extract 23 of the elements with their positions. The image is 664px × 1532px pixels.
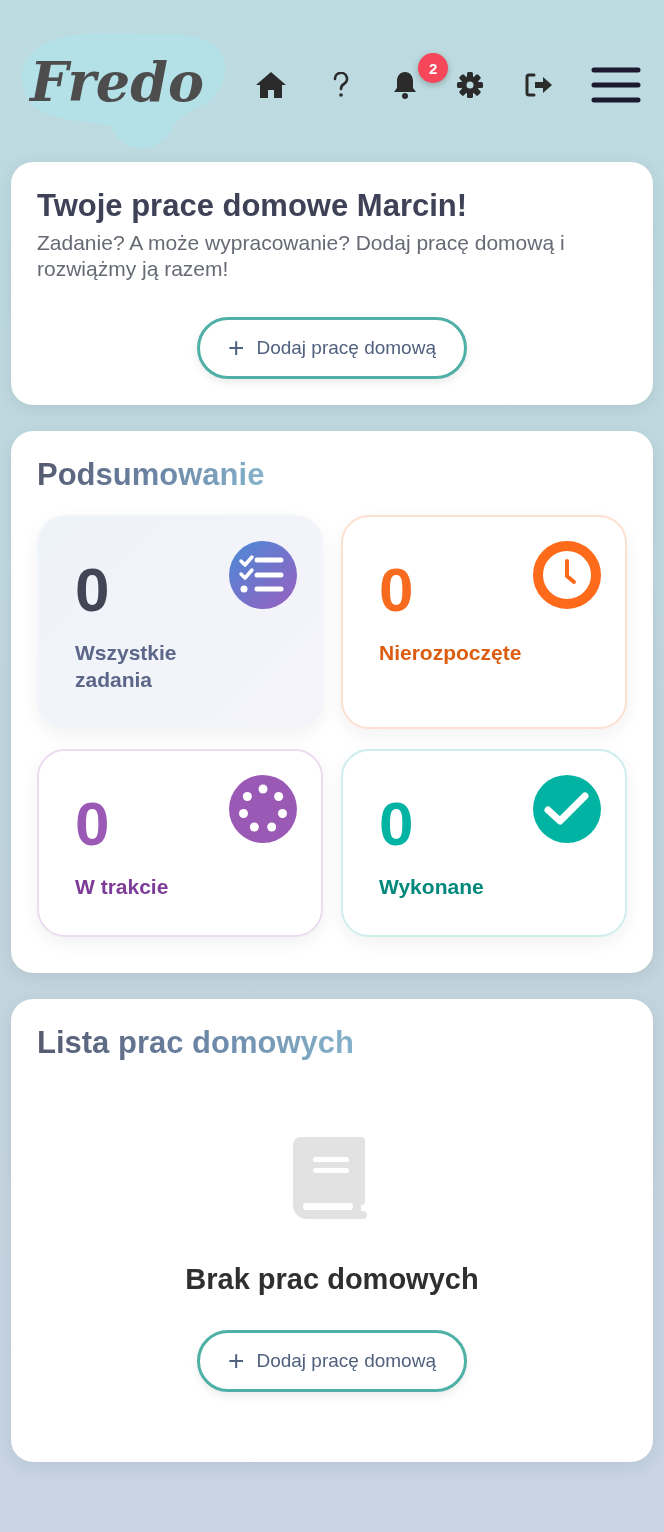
notification-badge: 2: [418, 53, 449, 83]
checkmark-icon: [533, 774, 601, 843]
checklist-icon: [229, 540, 297, 609]
stat-value: 0: [379, 558, 414, 621]
menu-icon[interactable]: [590, 67, 641, 103]
plus-icon: +: [228, 1346, 245, 1375]
spinner-icon: [229, 774, 297, 843]
button-label: Dodaj pracę domową: [256, 336, 436, 359]
add-homework-button[interactable]: + Dodaj pracę domową: [197, 1329, 467, 1392]
page-title: Twoje prace domowe Marcin!: [37, 188, 469, 224]
clock-icon: [533, 540, 601, 609]
stat-label: Wykonane: [379, 873, 485, 900]
empty-state-text: Brak prac domowych: [185, 1262, 479, 1296]
button-label: Dodaj pracę domową: [256, 1349, 436, 1372]
stat-value: 0: [75, 558, 110, 621]
plus-icon: +: [228, 333, 245, 362]
stat-label: Nierozpoczęte: [379, 639, 523, 666]
stat-label: Wszystkie zadania: [75, 639, 178, 693]
intro-text: Zadanie? A może wypracowanie? Dodaj pracę domową i rozwiążmy ją razem!: [37, 230, 566, 283]
add-homework-button[interactable]: + Dodaj pracę domową: [197, 316, 467, 379]
stat-value: 0: [75, 792, 110, 855]
stat-label: W trakcie: [75, 873, 170, 900]
stat-value: 0: [379, 792, 414, 855]
